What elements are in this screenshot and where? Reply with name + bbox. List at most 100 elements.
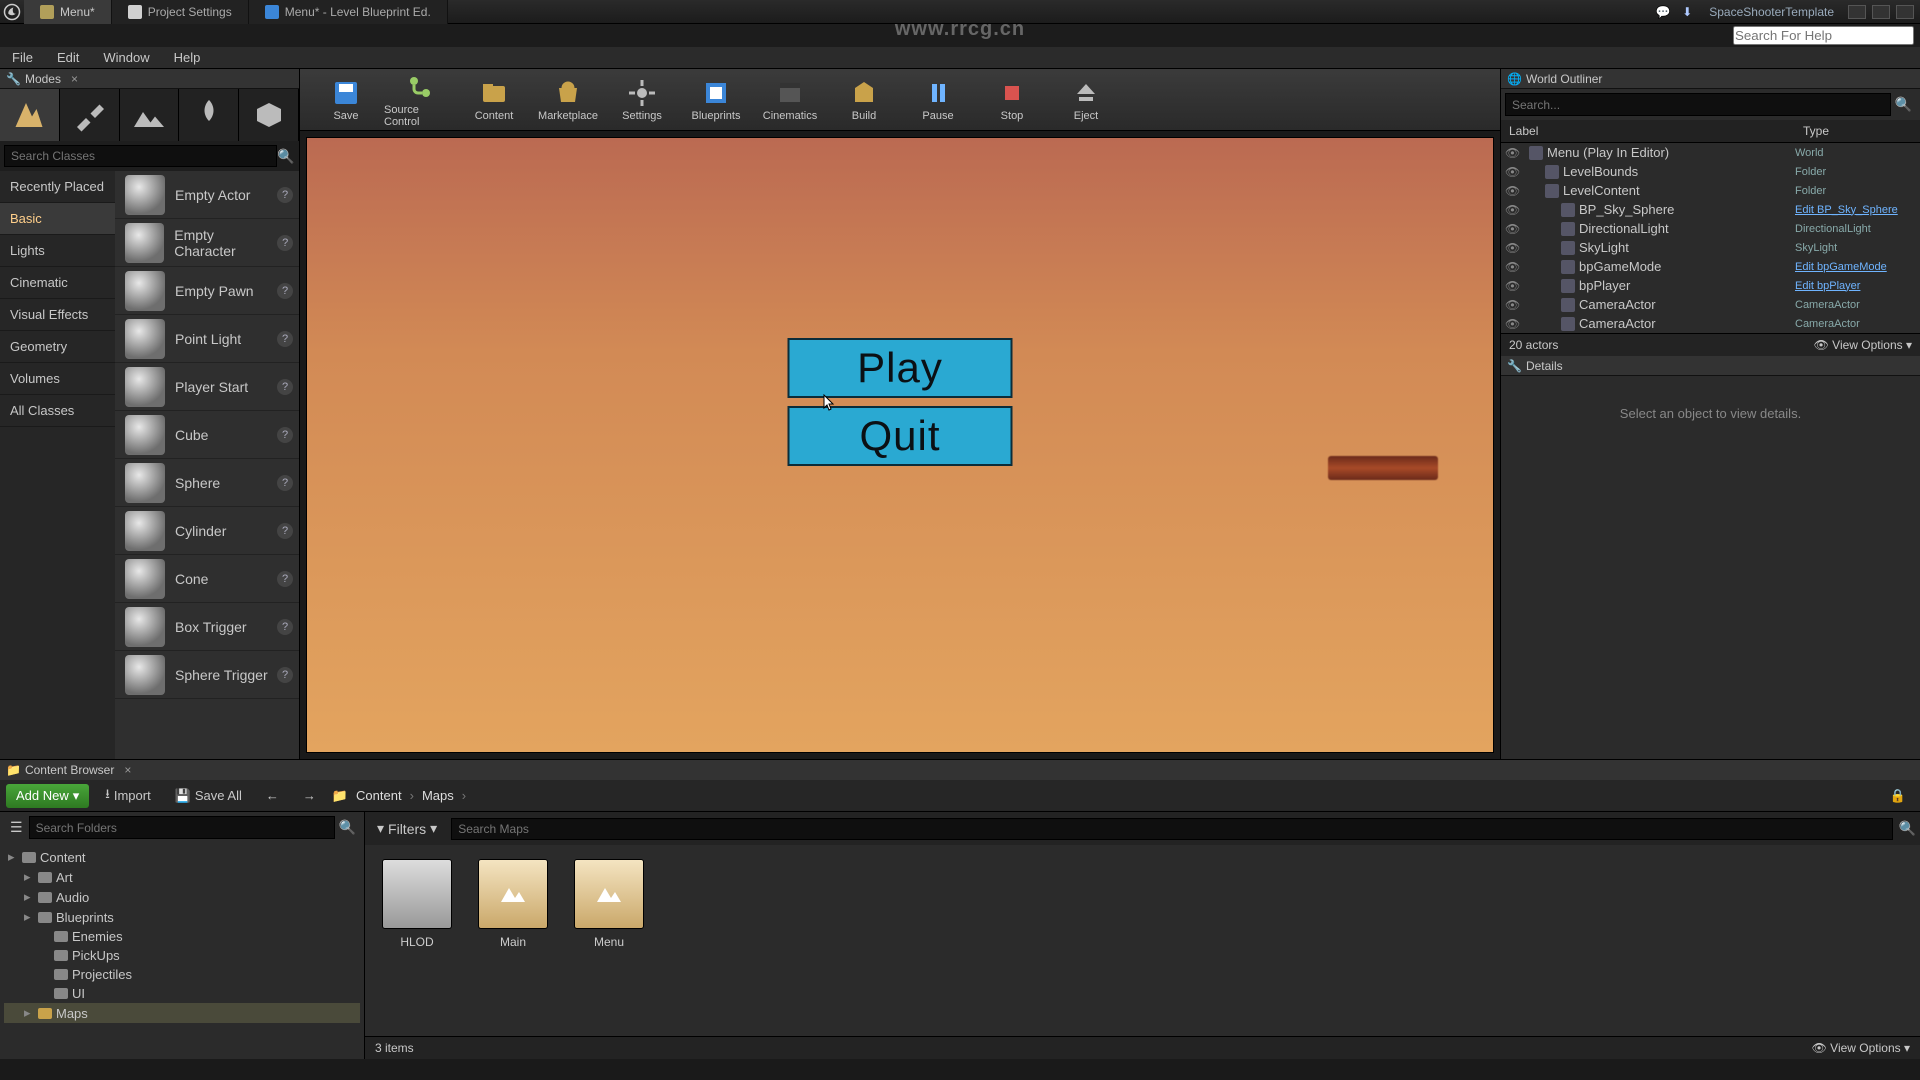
category-cinematic[interactable]: Cinematic [0,267,115,299]
expand-icon[interactable]: ▸ [24,869,34,885]
save-all-button[interactable]: 💾 Save All [167,784,250,808]
category-all-classes[interactable]: All Classes [0,395,115,427]
tab-level-blueprint[interactable]: Menu* - Level Blueprint Ed. [249,0,448,24]
place-asset[interactable]: Cone? [115,555,299,603]
outliner-tab[interactable]: 🌐World Outliner [1501,69,1920,89]
window-minimize-button[interactable] [1848,5,1866,19]
category-volumes[interactable]: Volumes [0,363,115,395]
quit-button[interactable]: Quit [788,406,1013,466]
category-geometry[interactable]: Geometry [0,331,115,363]
visibility-icon[interactable]: 👁 [1505,165,1521,179]
visibility-icon[interactable]: 👁 [1505,203,1521,217]
help-icon[interactable]: ? [277,619,293,635]
place-asset[interactable]: Player Start? [115,363,299,411]
place-asset[interactable]: Point Light? [115,315,299,363]
breadcrumb-item[interactable]: Maps [422,788,454,803]
category-visual-effects[interactable]: Visual Effects [0,299,115,331]
help-icon[interactable]: ? [277,523,293,539]
expand-icon[interactable]: ▸ [24,889,34,905]
mode-paint-icon[interactable] [60,89,120,141]
outliner-row[interactable]: 👁CameraActorCameraActor [1501,314,1920,333]
visibility-icon[interactable]: 👁 [1505,222,1521,236]
search-icon[interactable]: 🔍 [1899,820,1916,837]
expand-icon[interactable]: ▸ [24,909,34,925]
view-options-button[interactable]: 👁 View Options ▾ [1812,1041,1910,1055]
category-lights[interactable]: Lights [0,235,115,267]
content-asset[interactable]: HLOD [379,859,455,949]
search-folders-input[interactable] [29,816,335,839]
settings-button[interactable]: Settings [606,71,678,129]
search-icon[interactable]: 🔍 [335,816,360,839]
save-button[interactable]: Save [310,71,382,129]
search-classes-input[interactable] [4,145,277,167]
help-icon[interactable]: ? [277,187,293,203]
expand-icon[interactable]: ▸ [8,849,18,865]
category-recently-placed[interactable]: Recently Placed [0,171,115,203]
help-icon[interactable]: ? [277,667,293,683]
content-asset[interactable]: Menu [571,859,647,949]
visibility-icon[interactable]: 👁 [1505,317,1521,331]
help-search-input[interactable] [1733,26,1914,45]
modes-tab[interactable]: 🔧Modes × [0,69,299,89]
play-button[interactable]: Play [788,338,1013,398]
breadcrumb-item[interactable]: Content [356,788,402,803]
place-asset[interactable]: Cube? [115,411,299,459]
history-forward-button[interactable]: → [295,784,324,807]
close-icon[interactable]: × [124,763,131,777]
actor-type[interactable]: Edit bpGameMode [1795,261,1920,273]
content-browser-tab[interactable]: 📁Content Browser × [0,760,1920,780]
category-basic[interactable]: Basic [0,203,115,235]
mode-landscape-icon[interactable] [120,89,180,141]
column-label[interactable]: Label [1501,120,1795,142]
blueprints-button[interactable]: Blueprints [680,71,752,129]
menu-window[interactable]: Window [91,50,161,65]
cinematics-button[interactable]: Cinematics [754,71,826,129]
help-icon[interactable]: ? [277,283,293,299]
place-asset[interactable]: Empty Pawn? [115,267,299,315]
stop-button[interactable]: Stop [976,71,1048,129]
help-icon[interactable]: ? [277,379,293,395]
eject-button[interactable]: Eject [1050,71,1122,129]
add-new-button[interactable]: Add New ▾ [6,784,89,808]
help-icon[interactable]: ? [277,235,293,251]
mode-foliage-icon[interactable] [179,89,239,141]
folder-node[interactable]: Enemies [4,927,360,946]
visibility-icon[interactable]: 👁 [1505,260,1521,274]
content-asset[interactable]: Main [475,859,551,949]
source-control-button[interactable]: Source Control [384,71,456,129]
import-button[interactable]: ⭳ Import [97,781,158,811]
window-maximize-button[interactable] [1872,5,1890,19]
marketplace-button[interactable]: Marketplace [532,71,604,129]
search-icon[interactable]: 🔍 [277,148,295,165]
place-asset[interactable]: Sphere Trigger? [115,651,299,699]
tab-project-settings[interactable]: Project Settings [112,0,249,24]
window-close-button[interactable] [1896,5,1914,19]
search-assets-input[interactable] [451,818,1892,840]
viewport[interactable]: Play Quit [306,137,1494,753]
chat-icon[interactable]: 💬 [1653,2,1673,22]
menu-file[interactable]: File [0,50,45,65]
column-type[interactable]: Type [1795,120,1920,142]
folder-node[interactable]: Projectiles [4,965,360,984]
mode-geometry-icon[interactable] [239,89,299,141]
visibility-icon[interactable]: 👁 [1505,241,1521,255]
folder-node[interactable]: ▸Audio [4,887,360,907]
details-tab[interactable]: 🔧Details [1501,356,1920,376]
menu-edit[interactable]: Edit [45,50,91,65]
help-icon[interactable]: ? [277,331,293,347]
tab-level[interactable]: Menu* [24,0,112,24]
visibility-icon[interactable]: 👁 [1505,298,1521,312]
help-icon[interactable]: ? [277,475,293,491]
outliner-search-input[interactable] [1505,93,1891,116]
place-asset[interactable]: Sphere? [115,459,299,507]
place-asset[interactable]: Cylinder? [115,507,299,555]
view-options-button[interactable]: 👁 View Options ▾ [1814,338,1912,352]
filters-button[interactable]: ▾ Filters ▾ [369,816,445,841]
pause-button[interactable]: Pause [902,71,974,129]
mode-place-icon[interactable] [0,89,60,141]
folder-node[interactable]: UI [4,984,360,1003]
actor-type[interactable]: Edit bpPlayer [1795,280,1920,292]
folder-node[interactable]: ▸Content [4,847,360,867]
toggle-sources-icon[interactable]: ☰ [4,816,29,839]
content-button[interactable]: Content [458,71,530,129]
